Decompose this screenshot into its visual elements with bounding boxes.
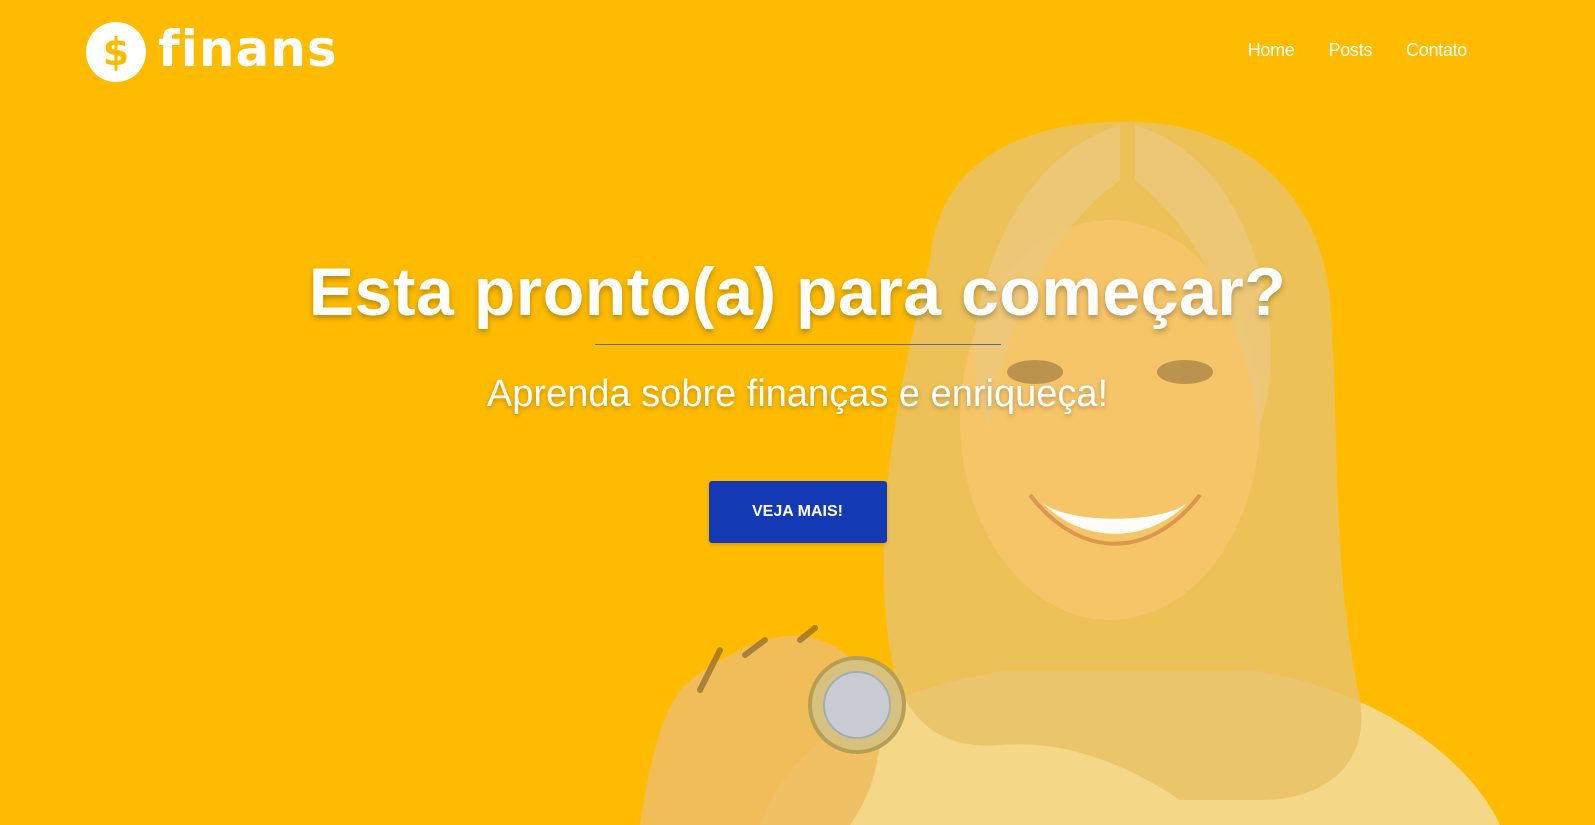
- hero-subtitle: Aprenda sobre finanças e enriqueça!: [486, 373, 1109, 415]
- brand-logo[interactable]: $ finans: [86, 22, 338, 82]
- nav-item-posts[interactable]: Posts: [1329, 40, 1373, 61]
- dollar-coin-icon: $: [86, 22, 146, 82]
- hero-title: Esta pronto(a) para começar?: [308, 254, 1287, 330]
- veja-mais-button[interactable]: VEJA MAIS!: [708, 481, 887, 543]
- main-nav: Home Posts Contato: [1248, 40, 1468, 61]
- title-divider: [594, 344, 1001, 345]
- nav-item-home[interactable]: Home: [1248, 40, 1295, 61]
- hero-section: $ finans Home Posts Contato Esta pronto(…: [0, 0, 1595, 825]
- logo-symbol: $: [102, 30, 130, 74]
- site-header: $ finans Home Posts Contato: [0, 0, 1595, 104]
- hero-content: Esta pronto(a) para começar? Aprenda sob…: [0, 252, 1595, 543]
- brand-name: finans: [158, 20, 338, 78]
- nav-item-contato[interactable]: Contato: [1406, 40, 1467, 61]
